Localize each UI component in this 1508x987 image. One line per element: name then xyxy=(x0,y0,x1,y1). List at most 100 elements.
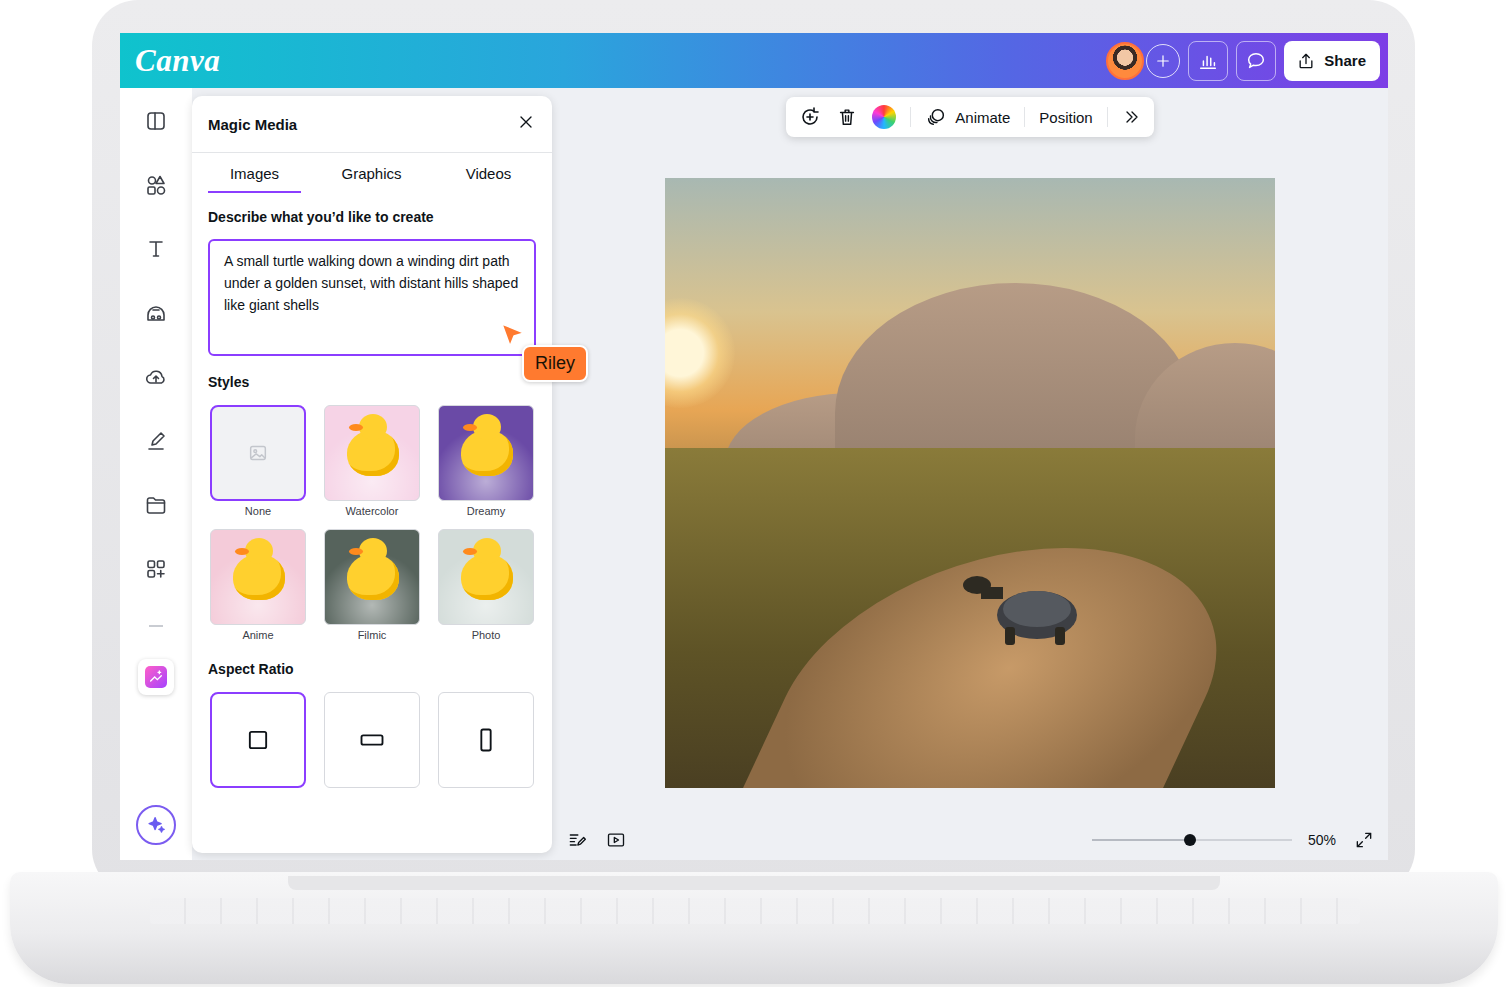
sun xyxy=(665,298,735,408)
editor-main: Magic MediaImagesGraphicsVideosDescribe … xyxy=(120,88,1388,860)
brand-icon xyxy=(144,301,168,325)
panel-tabs: Images Graphics Videos xyxy=(192,153,552,193)
text-icon xyxy=(144,237,168,261)
rail-item[interactable] xyxy=(138,103,174,139)
rail-item[interactable] xyxy=(138,423,174,459)
aspect-ratio-option[interactable] xyxy=(324,692,420,788)
style-option[interactable]: Filmic xyxy=(324,529,420,641)
magic-media-icon xyxy=(145,666,167,688)
style-option[interactable]: Photo xyxy=(438,529,534,641)
close-button[interactable] xyxy=(516,112,536,136)
collaborator-cursor: Riley xyxy=(499,321,527,353)
fullscreen-icon xyxy=(1354,830,1374,850)
elements-icon xyxy=(144,173,168,197)
duck-picture xyxy=(347,554,399,600)
rail-item[interactable] xyxy=(138,295,174,331)
zoom-slider[interactable] xyxy=(1092,833,1292,847)
panel-tab[interactable]: Images xyxy=(196,153,313,193)
rail-item[interactable] xyxy=(138,551,174,587)
panel-tab[interactable]: Graphics xyxy=(313,153,430,193)
style-label: Watercolor xyxy=(346,505,399,517)
cursor-name: Riley xyxy=(522,345,588,382)
square-ratio-icon xyxy=(244,726,272,754)
animate-button[interactable]: Animate xyxy=(925,106,1010,128)
position-button[interactable]: Position xyxy=(1039,109,1092,126)
app-screen: CanvaShareMagic MediaImagesGraphicsVideo… xyxy=(120,33,1388,860)
color-picker[interactable] xyxy=(872,105,896,129)
style-thumbnail[interactable] xyxy=(324,529,420,625)
zoom-reading: 50% xyxy=(1308,832,1336,848)
chart-icon xyxy=(1197,50,1219,72)
animate-label: Animate xyxy=(955,109,1010,126)
style-thumbnail[interactable] xyxy=(438,529,534,625)
laptop-base xyxy=(10,872,1498,984)
tab-label: Videos xyxy=(466,165,512,182)
prompt-label: Describe what you’d like to create xyxy=(208,209,536,225)
rail-divider xyxy=(149,615,163,637)
close-icon xyxy=(516,112,536,132)
panel-tab[interactable]: Videos xyxy=(430,153,547,193)
duck-picture xyxy=(233,554,285,600)
panel-body: Describe what you’d like to create A smal… xyxy=(192,193,552,788)
duck-picture xyxy=(461,554,513,600)
tab-label: Images xyxy=(230,165,279,182)
magic-assistant-button[interactable] xyxy=(136,805,176,845)
uploads-icon xyxy=(144,365,168,389)
style-thumbnail[interactable] xyxy=(438,405,534,501)
style-label: Photo xyxy=(472,629,501,641)
style-thumbnail[interactable] xyxy=(324,405,420,501)
style-thumbnail[interactable] xyxy=(210,405,306,501)
toolbar-divider xyxy=(910,107,911,127)
comment-button[interactable] xyxy=(1236,41,1276,81)
style-option[interactable]: Anime xyxy=(210,529,306,641)
sparkle-icon xyxy=(145,814,167,836)
style-option[interactable]: Dreamy xyxy=(438,405,534,517)
top-actions: Share xyxy=(1106,41,1380,81)
plus-icon xyxy=(1154,52,1172,70)
aspect-ratio-option[interactable] xyxy=(210,692,306,788)
draw-icon xyxy=(144,429,168,453)
rail-item[interactable] xyxy=(138,659,174,695)
aspect-ratio-option[interactable] xyxy=(438,692,534,788)
zoom-knob[interactable] xyxy=(1184,834,1196,846)
rail-item[interactable] xyxy=(138,487,174,523)
toolbar-divider xyxy=(1024,107,1025,127)
more-chevrons-icon xyxy=(1122,107,1142,127)
top-bar: Canva Share xyxy=(120,33,1388,88)
tab-underline xyxy=(208,191,301,193)
style-label: None xyxy=(245,505,271,517)
keyboard xyxy=(150,898,1360,924)
insights-button[interactable] xyxy=(1188,41,1228,81)
style-option[interactable]: Watercolor xyxy=(324,405,420,517)
upload-icon xyxy=(1296,51,1316,71)
aspect-grid xyxy=(208,692,536,788)
apps-icon xyxy=(144,557,168,581)
laptop-frame: CanvaShareMagic MediaImagesGraphicsVideo… xyxy=(92,0,1415,895)
style-label: Filmic xyxy=(358,629,387,641)
rail-item[interactable] xyxy=(138,359,174,395)
regenerate-icon xyxy=(798,105,822,129)
share-label: Share xyxy=(1324,52,1366,69)
prompt-input[interactable]: A small turtle walking down a winding di… xyxy=(208,239,536,356)
style-label: Anime xyxy=(242,629,273,641)
invite-button[interactable] xyxy=(1146,44,1180,78)
rail-item[interactable] xyxy=(138,231,174,267)
style-label: Dreamy xyxy=(467,505,506,517)
element-toolbar: Animate Position xyxy=(786,97,1153,137)
rail-item[interactable] xyxy=(138,167,174,203)
tab-label: Graphics xyxy=(341,165,401,182)
aspect-label: Aspect Ratio xyxy=(208,661,536,677)
style-thumbnail[interactable] xyxy=(210,529,306,625)
animate-icon xyxy=(925,106,947,128)
canva-logo[interactable]: Canva xyxy=(135,43,220,79)
duck-picture xyxy=(461,430,513,476)
magic-media-panel: Magic MediaImagesGraphicsVideosDescribe … xyxy=(192,96,552,853)
user-avatar[interactable] xyxy=(1106,42,1144,80)
side-rail xyxy=(120,88,192,860)
generated-image[interactable] xyxy=(665,178,1275,788)
share-button[interactable]: Share xyxy=(1284,41,1380,81)
style-option[interactable]: None xyxy=(210,405,306,517)
image-icon xyxy=(247,442,269,464)
zoom-fill xyxy=(1092,839,1190,841)
trash-icon xyxy=(836,106,858,128)
